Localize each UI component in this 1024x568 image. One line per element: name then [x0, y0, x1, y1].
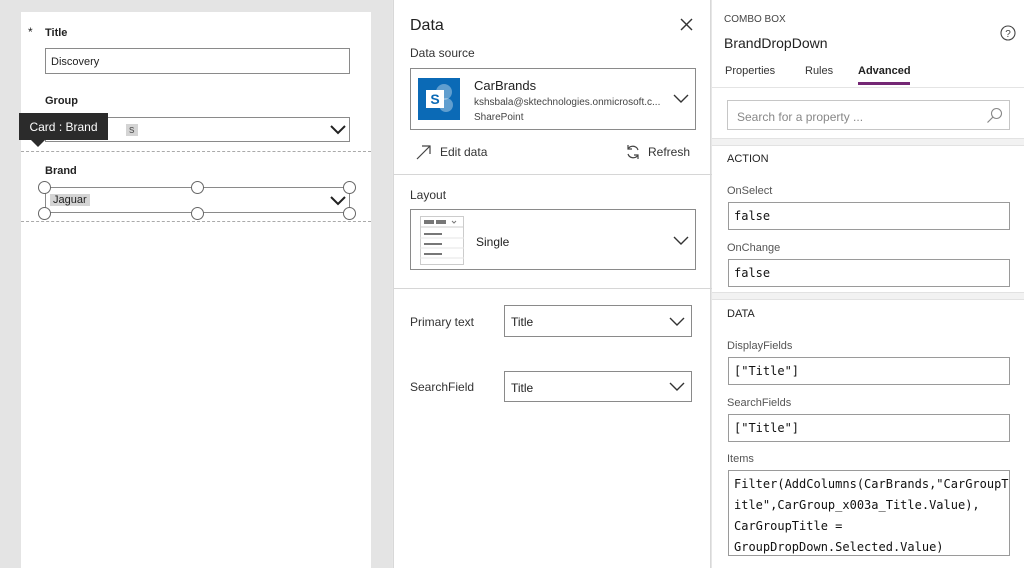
sharepoint-icon: S [418, 78, 460, 120]
tab-properties[interactable]: Properties [725, 65, 775, 77]
data-source-type: SharePoint [474, 112, 524, 123]
brand-label: Brand [45, 165, 77, 177]
items-label: Items [727, 453, 754, 465]
primary-text-label: Primary text [410, 315, 475, 329]
help-icon[interactable]: ? [1000, 25, 1016, 41]
search-placeholder: Search for a property ... [737, 110, 864, 124]
tab-rules[interactable]: Rules [805, 65, 833, 77]
tooltip-arrow [31, 140, 45, 147]
data-heading: DATA [727, 308, 755, 320]
required-mark: * [28, 25, 33, 39]
layout-label: Layout [410, 188, 447, 202]
edit-data-button[interactable]: Edit data [416, 143, 506, 161]
active-tab-indicator [858, 82, 910, 85]
resize-handle[interactable] [343, 181, 356, 194]
property-search-input[interactable]: Search for a property ... [727, 100, 1010, 130]
action-heading: ACTION [727, 153, 769, 165]
brand-selected-value: Jaguar [50, 194, 90, 206]
chevron-down-icon [330, 125, 346, 135]
data-source-name: CarBrands [474, 78, 537, 93]
chevron-down-icon [669, 317, 685, 326]
onchange-formula[interactable]: false [728, 259, 1010, 287]
svg-text:?: ? [1005, 29, 1011, 40]
svg-text:S: S [430, 91, 439, 107]
chevron-down-icon [669, 382, 685, 391]
data-source-account: kshsbala@sktechnologies.onmicrosoft.c... [474, 97, 661, 108]
section-separator [712, 138, 1024, 146]
edit-form[interactable]: * Title Discovery Group s Brand Jaguar [21, 12, 371, 568]
data-panel: Data Data source S CarBrands kshsbala@sk… [393, 0, 712, 568]
resize-handle[interactable] [191, 207, 204, 220]
title-input[interactable]: Discovery [45, 48, 350, 74]
control-name[interactable]: BrandDropDown [724, 35, 828, 51]
chevron-down-icon [330, 196, 346, 206]
divider [394, 288, 712, 289]
group-selected-value: s [126, 124, 138, 136]
primary-text-value: Title [511, 315, 534, 329]
data-source-selector[interactable]: S CarBrands kshsbala@sktechnologies.onmi… [410, 68, 696, 130]
items-formula-line: itle",CarGroup_x003a_Title.Value), [734, 498, 980, 512]
edit-data-label: Edit data [440, 145, 488, 159]
resize-handle[interactable] [343, 207, 356, 220]
displayfields-label: DisplayFields [727, 340, 793, 352]
title-label: Title [45, 27, 68, 39]
close-icon[interactable] [680, 18, 693, 31]
properties-panel: COMBO BOX BrandDropDown ? Properties Rul… [712, 0, 1024, 568]
section-separator [712, 292, 1024, 300]
items-formula-line: Filter(AddColumns(CarBrands,"CarGroupT [734, 477, 1009, 491]
items-formula-line: CarGroupTitle = [734, 519, 843, 533]
layout-selector[interactable]: Single [410, 209, 696, 270]
divider [394, 174, 712, 175]
searchfield-value: Title [511, 381, 534, 395]
resize-handle[interactable] [191, 181, 204, 194]
chevron-down-icon [673, 236, 689, 245]
searchfield-label: SearchField [410, 380, 475, 394]
refresh-label: Refresh [648, 145, 691, 159]
items-formula[interactable]: Filter(AddColumns(CarBrands,"CarGroupT i… [728, 470, 1010, 556]
app-canvas: * Title Discovery Group s Brand Jaguar C… [0, 0, 392, 568]
data-source-label: Data source [410, 46, 475, 60]
onselect-label: OnSelect [727, 185, 773, 197]
control-type: COMBO BOX [724, 14, 786, 25]
displayfields-formula[interactable]: ["Title"] [728, 357, 1010, 385]
card-tooltip: Card : Brand [19, 113, 108, 140]
chevron-down-icon [673, 94, 689, 103]
searchfields-formula[interactable]: ["Title"] [728, 414, 1010, 442]
resize-handle[interactable] [38, 181, 51, 194]
divider [712, 87, 1024, 88]
search-icon [987, 107, 1003, 123]
onchange-label: OnChange [727, 242, 781, 254]
searchfield-dropdown[interactable]: Title [504, 371, 692, 402]
onselect-formula[interactable]: false [728, 202, 1010, 230]
layout-thumbnail-icon [420, 216, 464, 265]
resize-handle[interactable] [38, 207, 51, 220]
group-label: Group [45, 95, 78, 107]
tab-advanced[interactable]: Advanced [858, 65, 911, 77]
searchfields-label: SearchFields [727, 397, 792, 409]
data-panel-title: Data [410, 17, 444, 34]
layout-value: Single [476, 235, 510, 249]
refresh-icon [627, 145, 639, 159]
primary-text-dropdown[interactable]: Title [504, 305, 692, 337]
arrow-up-right-icon [416, 145, 431, 160]
items-formula-line: GroupDropDown.Selected.Value) [734, 540, 944, 554]
refresh-button[interactable]: Refresh [625, 143, 705, 161]
